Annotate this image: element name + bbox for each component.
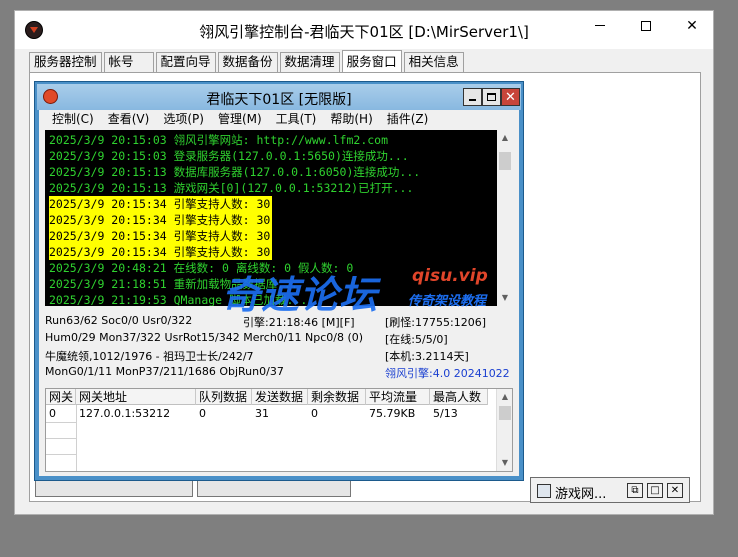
minimize-icon bbox=[595, 25, 605, 26]
close-button[interactable]: ✕ bbox=[669, 11, 715, 40]
log-line: 2025/3/9 20:15:34 引擎支持人数: 30 bbox=[49, 212, 273, 228]
tab-data-cleanup[interactable]: 数据清理 bbox=[279, 52, 340, 72]
cell-gate-address: 127.0.0.1:53212 bbox=[79, 407, 171, 420]
close-icon: ✕ bbox=[686, 17, 698, 34]
tab-account[interactable]: 帐号 bbox=[103, 52, 154, 72]
run-stats: Run63/62 Soc0/0 Usr0/322 bbox=[45, 314, 193, 327]
col-max-users[interactable]: 最高人数 bbox=[430, 389, 488, 405]
engine-version: 翎风引擎:4.0 20241022 bbox=[385, 367, 510, 380]
col-gate[interactable]: 网关 bbox=[46, 389, 76, 405]
row-divider bbox=[46, 438, 76, 439]
maximize-button[interactable]: □ bbox=[647, 483, 663, 498]
cell-max-users: 5/13 bbox=[433, 407, 458, 420]
log-line: 2025/3/9 20:15:13 游戏网关[0](127.0.0.1:5321… bbox=[49, 181, 414, 195]
minimized-game-gate-window[interactable]: 游戏网... ⧉ □ ✕ bbox=[530, 477, 690, 503]
menu-view[interactable]: 查看(V) bbox=[101, 110, 157, 128]
window-icon bbox=[537, 484, 551, 498]
minimize-button[interactable] bbox=[577, 11, 623, 40]
maximize-icon bbox=[487, 93, 496, 101]
log-line: 2025/3/9 20:15:34 引擎支持人数: 30 bbox=[49, 244, 273, 260]
col-sent-data[interactable]: 发送数据 bbox=[252, 389, 308, 405]
menu-manage[interactable]: 管理(M) bbox=[211, 110, 269, 128]
gateway-table: 网关 网关地址 队列数据 发送数据 剩余数据 平均流量 最高人数 0 127.0… bbox=[45, 388, 513, 472]
tab-config-wizard[interactable]: 配置向导 bbox=[155, 52, 216, 72]
minimized-window-label: 游戏网... bbox=[555, 487, 607, 502]
cell-queue-data: 0 bbox=[199, 407, 206, 420]
menu-plugins[interactable]: 插件(Z) bbox=[380, 110, 436, 128]
row-divider bbox=[46, 454, 76, 455]
cell-avg-traffic: 75.79KB bbox=[369, 407, 416, 420]
scroll-down-icon[interactable]: ▼ bbox=[497, 455, 512, 471]
column-divider bbox=[76, 405, 77, 471]
boss-info: 牛魔统领,1012/1976 - 祖玛卫士长/242/7 bbox=[45, 350, 254, 363]
minimize-icon bbox=[469, 98, 476, 101]
col-gate-address[interactable]: 网关地址 bbox=[76, 389, 196, 405]
table-row[interactable]: 0 127.0.0.1:53212 0 31 0 75.79KB 5/13 bbox=[46, 406, 488, 422]
monster-stats: MonG0/1/11 MonP37/211/1686 ObjRun0/37 bbox=[45, 365, 284, 378]
watermark-logo: 奇速论坛 qisu.vip 传奇架设教程 bbox=[222, 262, 522, 317]
cell-remaining-data: 0 bbox=[311, 407, 318, 420]
table-header: 网关 网关地址 队列数据 发送数据 剩余数据 平均流量 最高人数 bbox=[46, 389, 488, 405]
menu-options[interactable]: 选项(P) bbox=[156, 110, 211, 128]
tab-data-backup[interactable]: 数据备份 bbox=[217, 52, 278, 72]
table-scrollbar[interactable]: ▲ ▼ bbox=[496, 389, 512, 471]
cell-gate: 0 bbox=[49, 407, 56, 420]
menu-control[interactable]: 控制(C) bbox=[45, 110, 101, 128]
scroll-up-icon[interactable]: ▲ bbox=[497, 130, 513, 146]
menu-bar: 控制(C) 查看(V) 选项(P) 管理(M) 工具(T) 帮助(H) 插件(Z… bbox=[39, 110, 519, 128]
menu-help[interactable]: 帮助(H) bbox=[323, 110, 379, 128]
tab-service-window[interactable]: 服务窗口 bbox=[341, 50, 402, 72]
log-line: 2025/3/9 20:15:03 翎风引擎网站: http://www.lfm… bbox=[49, 133, 389, 147]
minimize-button[interactable] bbox=[463, 88, 482, 106]
col-avg-traffic[interactable]: 平均流量 bbox=[366, 389, 430, 405]
human-stats: Hum0/29 Mon37/322 UsrRot15/342 Merch0/11… bbox=[45, 331, 364, 344]
tab-strip: 服务器控制 帐号 配置向导 数据备份 数据清理 服务窗口 相关信息 bbox=[29, 50, 466, 72]
log-line: 2025/3/9 20:15:13 数据库服务器(127.0.0.1:6050)… bbox=[49, 165, 421, 179]
col-remaining-data[interactable]: 剩余数据 bbox=[308, 389, 366, 405]
col-queue-data[interactable]: 队列数据 bbox=[196, 389, 252, 405]
monster-refresh: [刷怪:17755:1206] bbox=[385, 316, 486, 329]
close-button[interactable]: ✕ bbox=[667, 483, 683, 498]
close-icon: ✕ bbox=[505, 89, 516, 105]
menu-tools[interactable]: 工具(T) bbox=[269, 110, 324, 128]
online-count: [在线:5/5/0] bbox=[385, 333, 448, 346]
log-line: 2025/3/9 20:15:34 引擎支持人数: 30 bbox=[49, 228, 273, 244]
maximize-icon bbox=[641, 20, 651, 31]
cell-sent-data: 31 bbox=[255, 407, 269, 420]
maximize-button[interactable] bbox=[623, 11, 669, 40]
status-panel: Run63/62 Soc0/0 Usr0/322 引擎:21:18:46 [M]… bbox=[45, 314, 515, 384]
tab-related-info[interactable]: 相关信息 bbox=[403, 52, 464, 72]
scroll-up-icon[interactable]: ▲ bbox=[497, 389, 512, 405]
main-title-bar[interactable]: 翎风引擎控制台-君临天下01区 [D:\MirServer1\] ✕ bbox=[15, 11, 713, 49]
scroll-thumb[interactable] bbox=[499, 406, 511, 420]
tab-server-control[interactable]: 服务器控制 bbox=[29, 52, 102, 72]
log-line: 2025/3/9 20:15:03 登录服务器(127.0.0.1:5650)连… bbox=[49, 149, 409, 163]
watermark-subtitle: 传奇架设教程 bbox=[408, 294, 487, 309]
watermark-chinese: 奇速论坛 bbox=[222, 273, 379, 317]
close-button[interactable]: ✕ bbox=[501, 88, 520, 106]
uptime: [本机:3.2114天] bbox=[385, 350, 469, 363]
inner-window-title: 君临天下01区 [无限版] bbox=[206, 92, 352, 108]
scroll-thumb[interactable] bbox=[499, 152, 511, 170]
maximize-button[interactable] bbox=[482, 88, 501, 106]
watermark-domain: qisu.vip bbox=[412, 266, 488, 286]
restore-button[interactable]: ⧉ bbox=[627, 483, 643, 498]
inner-title-bar[interactable]: 君临天下01区 [无限版] ✕ bbox=[37, 84, 521, 110]
log-line: 2025/3/9 20:15:34 引擎支持人数: 30 bbox=[49, 196, 273, 212]
row-divider bbox=[46, 422, 76, 423]
